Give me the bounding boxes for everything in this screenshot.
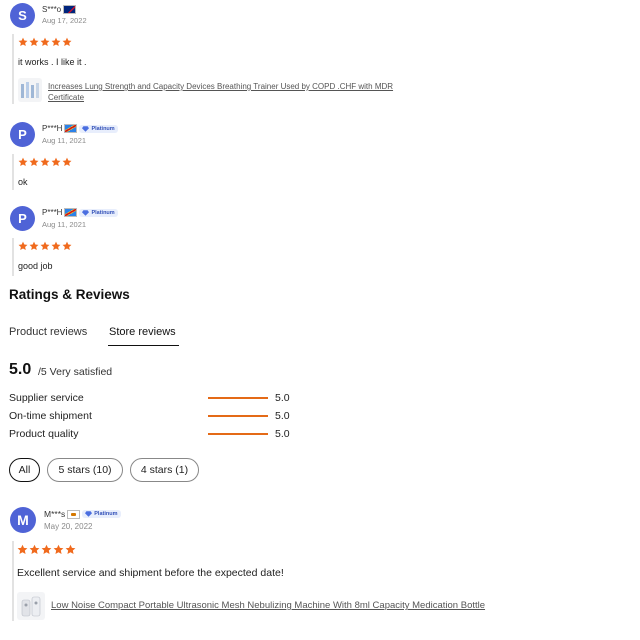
metric-bar — [208, 397, 268, 399]
overall-score: 5.0 — [9, 361, 32, 378]
cyprus-flag-icon — [67, 509, 81, 519]
platinum-badge: Platinum — [82, 510, 121, 518]
product-thumbnail[interactable] — [18, 78, 42, 102]
filter-5-stars-button[interactable]: 5 stars (10) — [47, 458, 123, 482]
review-item: M M***s Platinum May 20, 2022 Excellent … — [0, 503, 640, 640]
review-divider — [12, 541, 14, 621]
star-icon — [40, 37, 50, 47]
product-thumbnail[interactable] — [17, 592, 45, 620]
star-icon — [29, 157, 39, 167]
diamond-icon — [82, 209, 90, 216]
metric-value: 5.0 — [275, 410, 290, 422]
star-icon — [65, 544, 76, 554]
star-icon — [62, 37, 72, 47]
star-icon — [62, 241, 72, 251]
australia-flag-icon — [63, 5, 77, 14]
score-description: /5 Very satisfied — [38, 366, 113, 378]
avatar: P — [10, 122, 35, 147]
badge-label: Platinum — [91, 125, 115, 132]
metric-bar-fill — [208, 433, 268, 435]
star-icon — [18, 37, 28, 47]
product-link-line1[interactable]: Increases Lung Strength and Capacity Dev… — [48, 81, 393, 92]
star-icon — [40, 157, 50, 167]
star-icon — [18, 157, 28, 167]
metric-label: Product quality — [9, 428, 79, 440]
breathing-trainer-image — [21, 82, 39, 98]
product-link[interactable]: Increases Lung Strength and Capacity Dev… — [48, 81, 393, 103]
congo-dr-flag-icon — [64, 124, 78, 133]
review-divider — [12, 238, 14, 276]
metric-value: 5.0 — [275, 428, 290, 440]
star-rating — [18, 241, 72, 251]
review-item: S S***o Aug 17, 2022 it works . I like i… — [0, 0, 640, 110]
star-icon — [29, 544, 40, 554]
metric-bar-fill — [208, 415, 268, 417]
reviewer-name-text: P***H — [42, 208, 63, 217]
star-icon — [29, 241, 39, 251]
nebulizer-image — [21, 596, 41, 617]
star-rating — [17, 544, 76, 555]
review-item: P P***H Platinum Aug 11, 2021 good job — [0, 202, 640, 282]
star-rating — [18, 37, 72, 47]
review-text: ok — [18, 177, 28, 187]
star-icon — [53, 544, 64, 554]
review-text: Excellent service and shipment before th… — [17, 567, 284, 579]
filter-4-stars-button[interactable]: 4 stars (1) — [130, 458, 199, 482]
review-date: May 20, 2022 — [44, 522, 93, 531]
review-item: P P***H Platinum Aug 11, 2021 ok — [0, 118, 640, 198]
platinum-badge: Platinum — [79, 124, 118, 133]
avatar: P — [10, 206, 35, 231]
reviewer-name: P***H Platinum — [42, 124, 118, 133]
filter-all-button[interactable]: All — [9, 458, 40, 482]
reviewer-name: P***H Platinum — [42, 208, 118, 217]
diamond-icon — [82, 125, 90, 132]
star-icon — [51, 157, 61, 167]
metric-bar — [208, 415, 268, 417]
star-icon — [41, 544, 52, 554]
metric-bar-fill — [208, 397, 268, 399]
reviewer-name-text: M***s — [44, 509, 66, 519]
product-link-line2[interactable]: Certificate — [48, 92, 393, 103]
reviewer-name: S***o — [42, 5, 77, 14]
platinum-badge: Platinum — [79, 208, 118, 217]
badge-label: Platinum — [94, 511, 118, 517]
avatar: M — [10, 507, 36, 533]
star-icon — [51, 241, 61, 251]
star-rating — [18, 157, 72, 167]
star-icon — [62, 157, 72, 167]
badge-label: Platinum — [91, 209, 115, 216]
product-link[interactable]: Low Noise Compact Portable Ultrasonic Me… — [51, 600, 485, 611]
review-divider — [12, 154, 14, 190]
reviewer-name-text: P***H — [42, 124, 63, 133]
review-divider — [12, 34, 14, 104]
metric-value: 5.0 — [275, 392, 290, 404]
review-text: good job — [18, 261, 53, 271]
review-date: Aug 17, 2022 — [42, 16, 87, 25]
reviewer-name: M***s Platinum — [44, 509, 121, 519]
metric-bar — [208, 433, 268, 435]
metric-label: On-time shipment — [9, 410, 92, 422]
star-icon — [29, 37, 39, 47]
diamond-icon — [85, 511, 93, 517]
reviewer-name-text: S***o — [42, 5, 62, 14]
star-icon — [17, 544, 28, 554]
star-icon — [40, 241, 50, 251]
congo-dr-flag-icon — [64, 208, 78, 217]
avatar: S — [10, 3, 35, 28]
tab-store-reviews[interactable]: Store reviews — [109, 326, 176, 338]
star-icon — [18, 241, 28, 251]
star-icon — [51, 37, 61, 47]
tab-product-reviews[interactable]: Product reviews — [9, 326, 87, 338]
active-tab-indicator — [108, 345, 179, 346]
section-title: Ratings & Reviews — [9, 287, 130, 302]
metric-label: Supplier service — [9, 392, 84, 404]
review-date: Aug 11, 2021 — [42, 220, 87, 229]
review-date: Aug 11, 2021 — [42, 136, 87, 145]
review-text: it works . I like it . — [18, 57, 87, 67]
